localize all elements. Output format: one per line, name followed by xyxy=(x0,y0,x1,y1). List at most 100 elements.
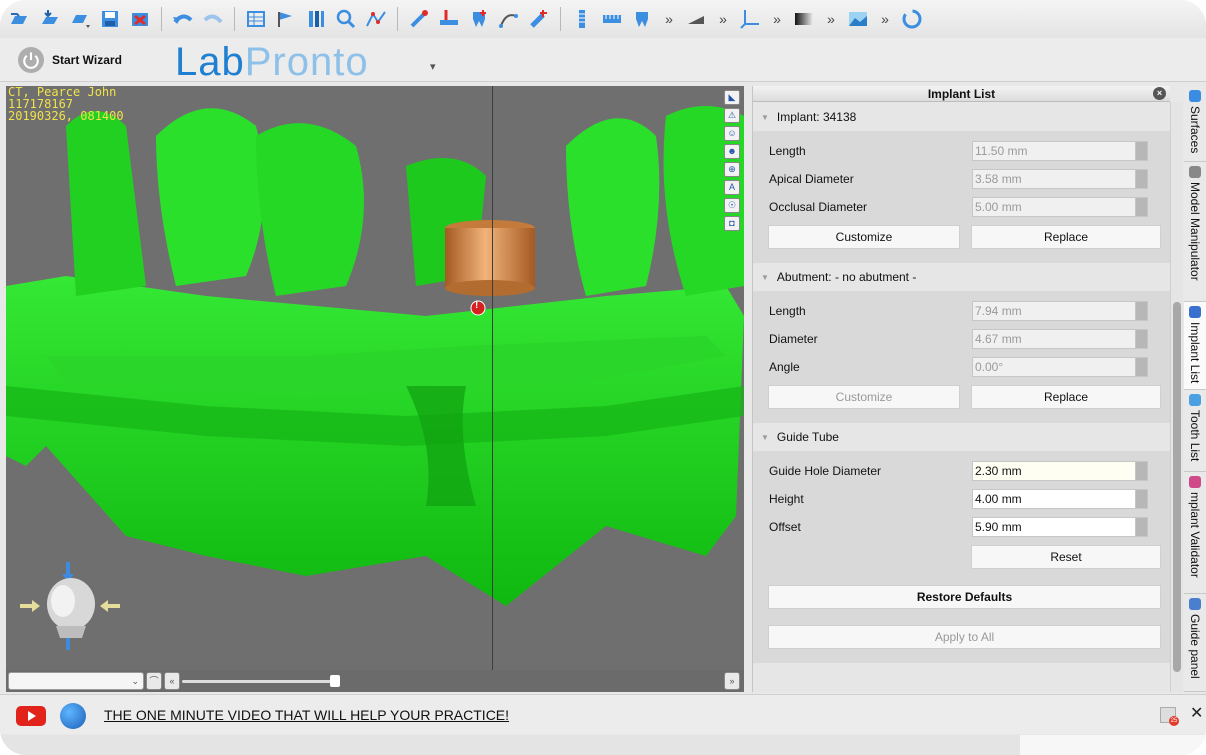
tab-model-manipulator[interactable]: Model Manipulator xyxy=(1184,162,1206,302)
abutment-section-header[interactable]: ▼ Abutment: - no abutment - xyxy=(753,263,1171,291)
reset-button[interactable]: Reset xyxy=(971,545,1161,569)
scanner-icon[interactable] xyxy=(630,6,654,32)
view-reset-icon[interactable]: ◣ xyxy=(724,90,740,105)
notification-badge: 25 xyxy=(1169,716,1179,726)
close-icon[interactable]: × xyxy=(1153,87,1166,100)
restore-defaults-button[interactable]: Restore Defaults xyxy=(768,585,1161,609)
tab-guide-panel[interactable]: Guide panel xyxy=(1184,594,1206,692)
field-value: 7.94 mm xyxy=(975,304,1022,318)
close-promo-icon[interactable]: ✕ xyxy=(1190,703,1203,723)
tab-implant-validator[interactable]: mplant Validator xyxy=(1184,472,1206,594)
abutment-replace-button[interactable]: Replace xyxy=(971,385,1161,409)
slider-forward-button[interactable]: » xyxy=(724,672,740,690)
zoom-icon[interactable] xyxy=(334,6,358,32)
toolbar-separator xyxy=(161,7,162,31)
crosshair-icon[interactable]: ⊕ xyxy=(724,162,740,177)
spinner-icon xyxy=(1135,302,1147,320)
notification-icon[interactable]: 25 xyxy=(1160,707,1179,726)
close-case-icon[interactable] xyxy=(128,6,152,32)
undo-icon[interactable] xyxy=(171,6,195,32)
youtube-icon[interactable] xyxy=(16,706,46,726)
gradient-icon[interactable] xyxy=(792,6,816,32)
implant-section: Length 11.50 mm Apical Diameter 3.58 mm Oc… xyxy=(753,131,1171,263)
toolbar-overflow-button[interactable]: » xyxy=(876,11,894,27)
side-tab-strip: Surfaces Model Manipulator Implant List … xyxy=(1184,86,1206,692)
planning-icon[interactable] xyxy=(527,6,551,32)
target-icon[interactable]: ☉ xyxy=(724,198,740,213)
model-manipulator-icon xyxy=(1189,166,1201,178)
terrain-icon[interactable] xyxy=(846,6,870,32)
spinner-icon[interactable] xyxy=(1135,518,1147,536)
tab-surfaces[interactable]: Surfaces xyxy=(1184,86,1206,162)
status-field xyxy=(1020,735,1206,755)
wizard-bar: Start Wizard LabPronto ▾ xyxy=(0,38,1206,84)
abutment-length-row: Length 7.94 mm xyxy=(753,297,1171,325)
orientation-head-icon[interactable] xyxy=(16,556,126,656)
panel-scrollbar[interactable] xyxy=(1170,102,1183,692)
spinner-icon[interactable] xyxy=(900,6,924,32)
open-icon[interactable] xyxy=(8,6,32,32)
viewport-tool-strip: ◣ ⚠ ☺ ☻ ⊕ A ☉ ◘ xyxy=(724,90,740,231)
curve-icon[interactable] xyxy=(364,6,388,32)
sleeve-icon[interactable] xyxy=(437,6,461,32)
toolbar-overflow-button[interactable]: » xyxy=(822,11,840,27)
face-icon[interactable]: ☺ xyxy=(724,126,740,141)
rotate-button[interactable]: ⌒ xyxy=(146,672,162,690)
flag-icon[interactable] xyxy=(274,6,298,32)
tooth-icon[interactable] xyxy=(467,6,491,32)
panel-scroll-area[interactable]: ▼ Implant: 34138 Length 11.50 mm Apical Di… xyxy=(753,103,1171,691)
toolbar-overflow-button[interactable]: » xyxy=(714,11,732,27)
annotation-icon[interactable]: A xyxy=(724,180,740,195)
slider-back-button[interactable]: « xyxy=(164,672,180,690)
columns-icon[interactable] xyxy=(304,6,328,32)
guide-height-input[interactable]: 4.00 mm xyxy=(972,489,1148,509)
start-wizard-label: Start Wizard xyxy=(52,53,122,67)
scrollbar-thumb[interactable] xyxy=(1173,302,1181,672)
clip-icon[interactable]: ⚠ xyxy=(724,108,740,123)
import-icon[interactable] xyxy=(38,6,62,32)
spinner-icon[interactable] xyxy=(1135,462,1147,480)
tab-implant-list[interactable]: Implant List xyxy=(1184,302,1206,390)
guide-tube-section-header[interactable]: ▼ Guide Tube xyxy=(753,423,1171,451)
screenshot-icon[interactable]: ◘ xyxy=(724,216,740,231)
field-label: Guide Hole Diameter xyxy=(769,464,882,478)
tab-tooth-list[interactable]: Tooth List xyxy=(1184,390,1206,472)
guide-hole-diameter-input[interactable]: 2.30 mm xyxy=(972,461,1148,481)
ruler-icon[interactable] xyxy=(600,6,624,32)
3d-viewport[interactable]: ! CT, Pearce John 117178167 20190326, 08… xyxy=(6,86,744,670)
toolbar-overflow-button[interactable]: » xyxy=(660,11,678,27)
field-label: Offset xyxy=(769,520,801,534)
warning-marker-label[interactable]: ! xyxy=(475,300,478,311)
field-label: Diameter xyxy=(769,332,818,346)
globe-icon[interactable] xyxy=(60,703,86,729)
avatar-icon[interactable]: ☻ xyxy=(724,144,740,159)
document-menu-icon[interactable] xyxy=(68,6,92,32)
implant-customize-button[interactable]: Customize xyxy=(768,225,960,249)
start-wizard-button[interactable]: Start Wizard xyxy=(18,46,122,74)
implant-section-header[interactable]: ▼ Implant: 34138 xyxy=(753,103,1171,131)
drill-icon[interactable] xyxy=(570,6,594,32)
guide-reset-row: Reset xyxy=(753,541,1171,575)
logo-menu-chevron-icon[interactable]: ▾ xyxy=(430,60,436,73)
promo-link[interactable]: THE ONE MINUTE VIDEO THAT WILL HELP YOUR… xyxy=(104,707,509,723)
grid-icon[interactable] xyxy=(244,6,268,32)
redo-icon[interactable] xyxy=(201,6,225,32)
slice-slider-track[interactable] xyxy=(182,680,332,683)
app-window: » » » » » Start Wizard LabPronto ▾ ! CT,… xyxy=(0,0,1206,755)
slice-slider-handle[interactable] xyxy=(330,675,340,687)
surface-icon[interactable] xyxy=(684,6,708,32)
implant-replace-button[interactable]: Replace xyxy=(971,225,1161,249)
axis-icon[interactable] xyxy=(738,6,762,32)
implant-heading: Implant: 34138 xyxy=(776,110,857,124)
save-icon[interactable] xyxy=(98,6,122,32)
guide-offset-input[interactable]: 5.90 mm xyxy=(972,517,1148,537)
guide-hole-diameter-row: Guide Hole Diameter 2.30 mm xyxy=(753,457,1171,485)
field-value: 2.30 mm xyxy=(975,464,1022,478)
implant-tool-icon[interactable] xyxy=(407,6,431,32)
toolbar-overflow-button[interactable]: » xyxy=(768,11,786,27)
axis-line xyxy=(492,86,493,670)
measure-icon[interactable] xyxy=(497,6,521,32)
guide-tube-section: Guide Hole Diameter 2.30 mm Height 4.00 mm… xyxy=(753,451,1171,663)
spinner-icon[interactable] xyxy=(1135,490,1147,508)
view-preset-select[interactable]: ⌄ xyxy=(8,672,144,690)
